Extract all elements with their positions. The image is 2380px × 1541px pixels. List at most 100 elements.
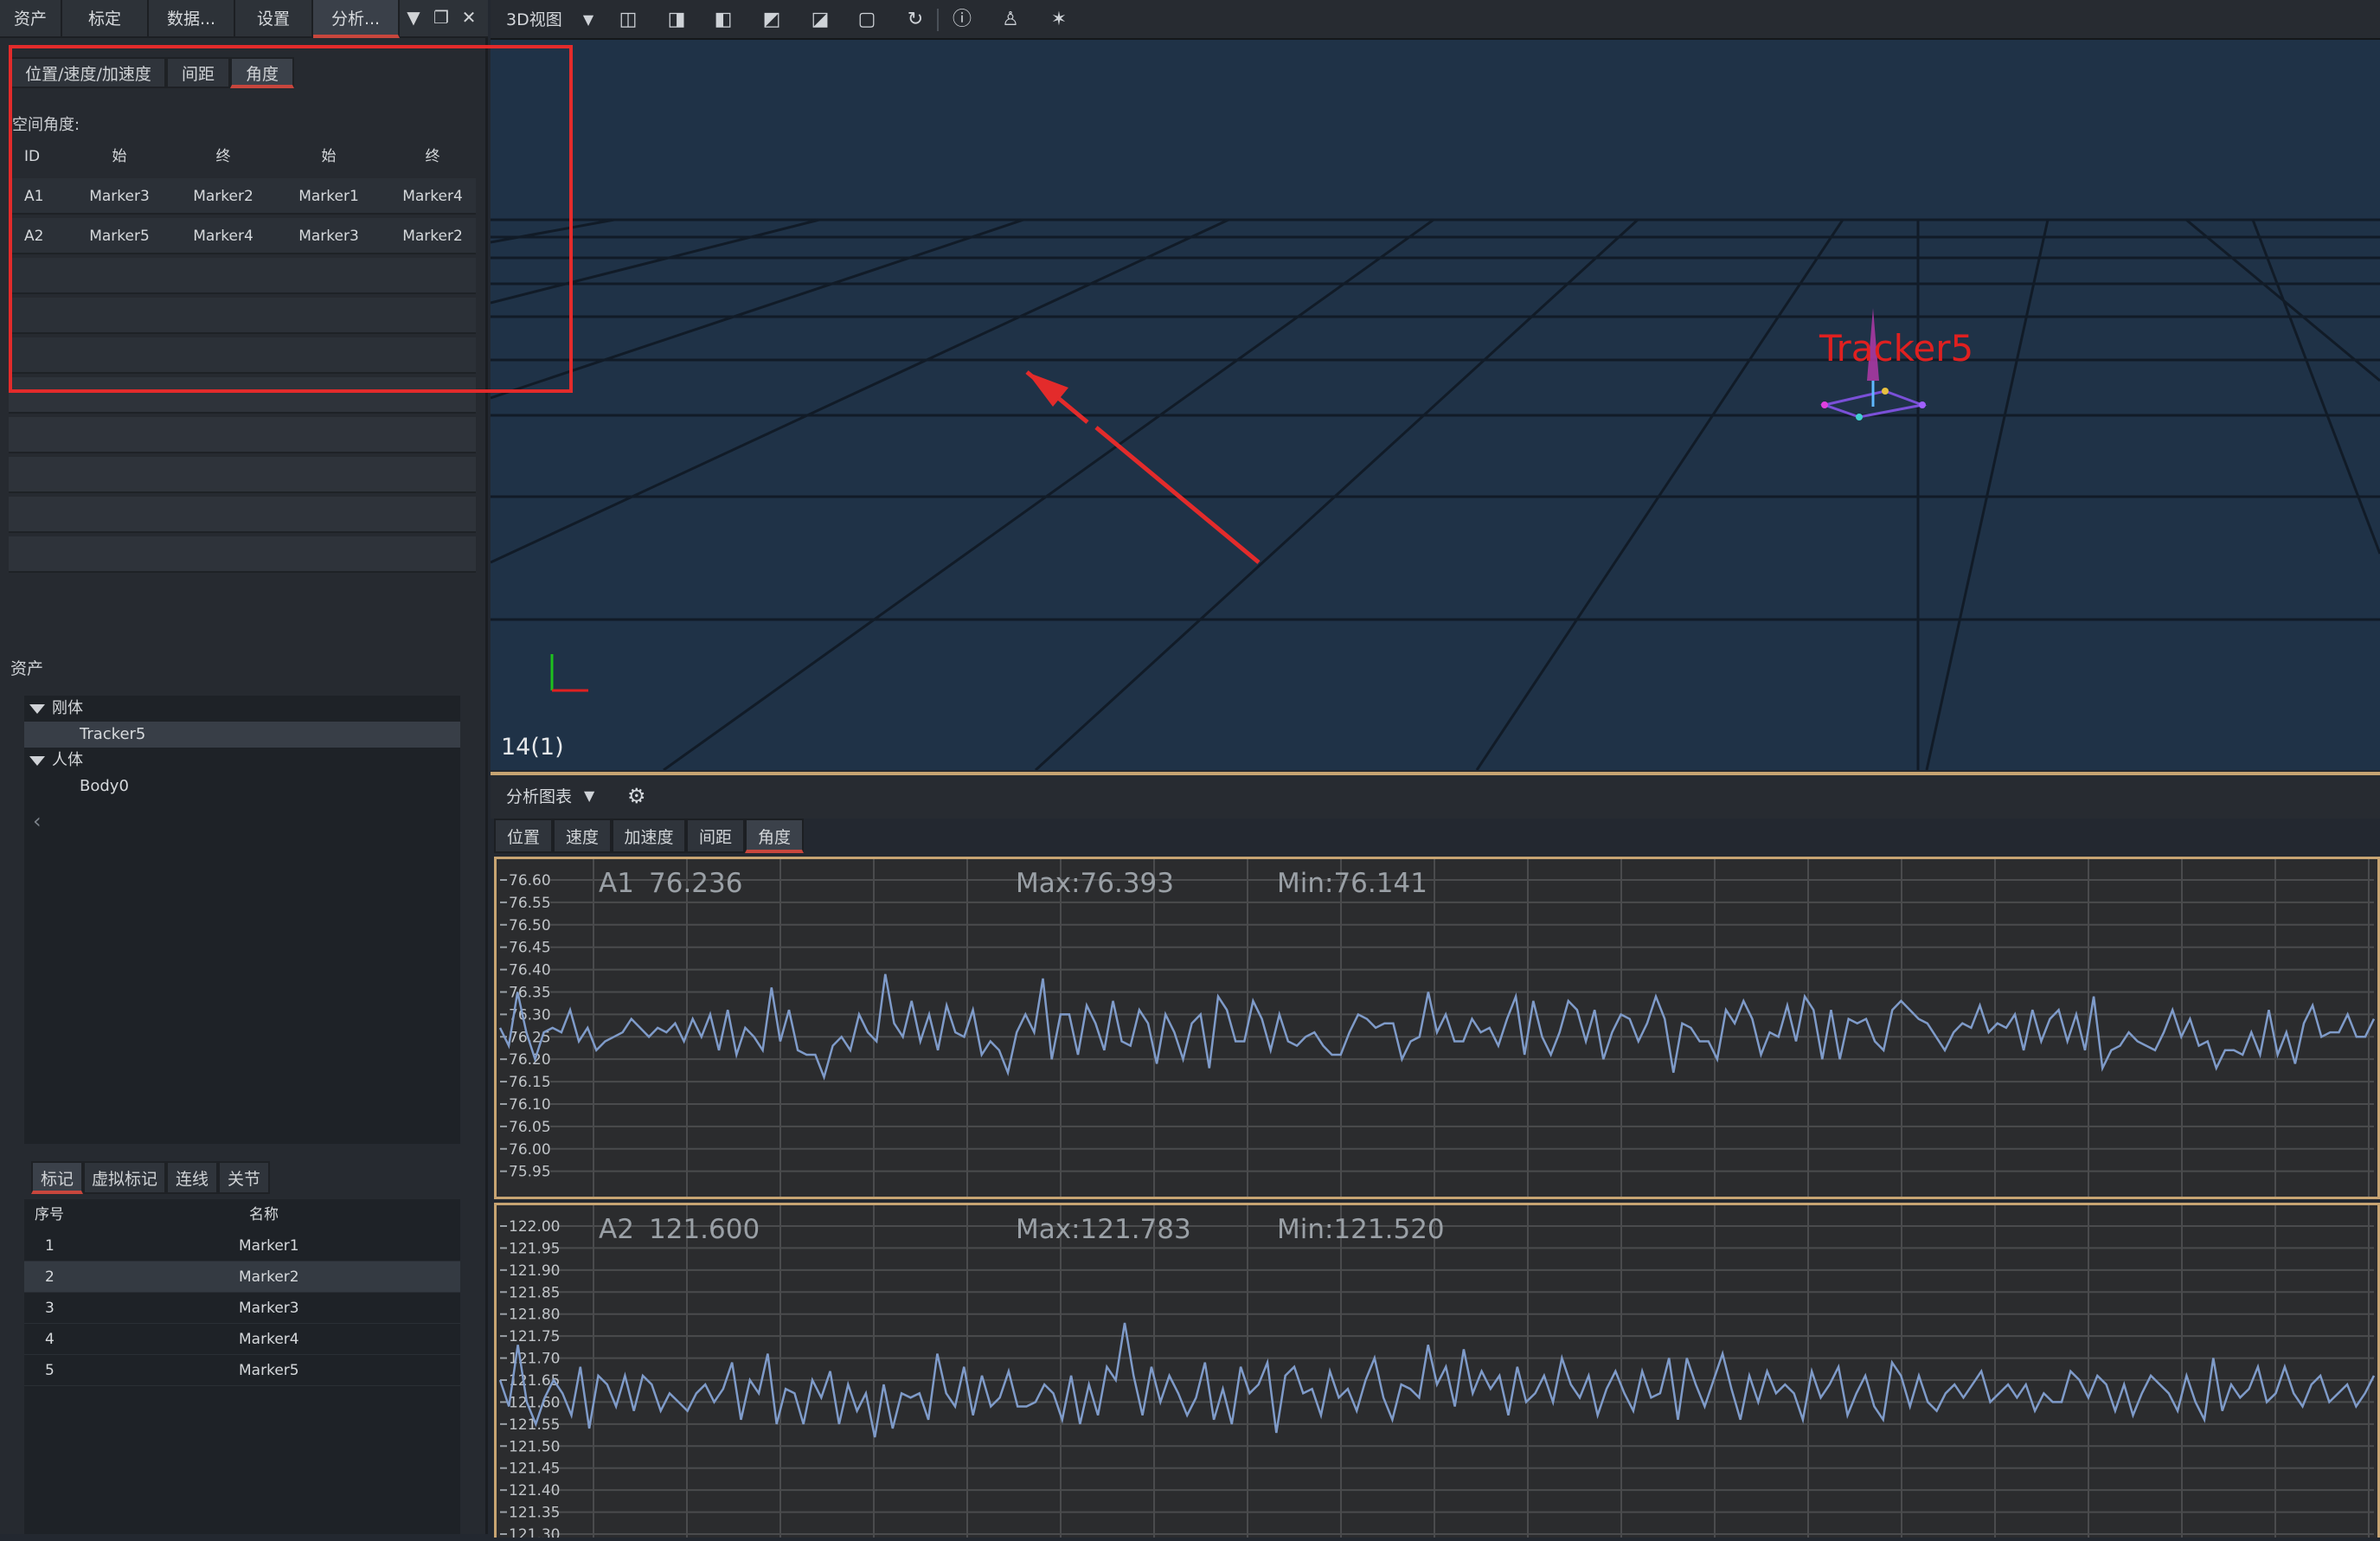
y-tick-label: 76.35 bbox=[509, 984, 551, 1001]
marker-index: 5 bbox=[45, 1362, 55, 1379]
chart-a2-readout: 121.600 bbox=[649, 1214, 760, 1245]
marker-row[interactable]: 5 Marker5 bbox=[24, 1355, 460, 1386]
header-start-1: 始 bbox=[112, 148, 127, 165]
angle-row-a2[interactable]: A2 Marker5 Marker4 Marker3 Marker2 bbox=[9, 218, 476, 254]
grid-line bbox=[491, 218, 1229, 564]
analysis-chart-panel: 分析图表 ▼ ⚙ 位置 速度 加速度 间距 角度 76.60 76.55 76.50… bbox=[491, 772, 2380, 1541]
chart-a1-readout: 76.236 bbox=[649, 868, 743, 899]
tree-item-tracker5[interactable]: Tracker5 bbox=[24, 722, 460, 748]
chart-a1-id: A1 bbox=[599, 868, 634, 899]
empty-row bbox=[9, 457, 476, 493]
marker-index: 2 bbox=[45, 1268, 55, 1286]
gear-icon[interactable]: ⚙ bbox=[627, 784, 646, 808]
tab-links[interactable]: 连线 bbox=[166, 1161, 218, 1194]
cell-start-1: Marker5 bbox=[89, 228, 150, 245]
tab-calibration[interactable]: 标定 bbox=[62, 0, 149, 38]
chart-toolbar: 分析图表 ▼ ⚙ bbox=[491, 775, 2380, 819]
marker-row[interactable]: 2 Marker2 bbox=[24, 1262, 460, 1293]
y-tick-label: 121.40 bbox=[509, 1482, 560, 1499]
cell-id: A1 bbox=[24, 188, 44, 205]
cell-start-2: Marker3 bbox=[298, 228, 359, 245]
y-tick-label: 76.40 bbox=[509, 962, 551, 979]
tab-position[interactable]: 位置 bbox=[494, 819, 553, 853]
y-tick-label: 121.50 bbox=[509, 1438, 560, 1455]
tab-joints[interactable]: 关节 bbox=[218, 1161, 270, 1194]
tab-markers[interactable]: 标记 bbox=[31, 1161, 83, 1194]
angle-row-a1[interactable]: A1 Marker3 Marker2 Marker1 Marker4 bbox=[9, 178, 476, 215]
collapse-arrow-icon[interactable]: ‹ bbox=[33, 808, 42, 834]
tree-item-body0[interactable]: Body0 bbox=[80, 774, 129, 799]
chart-a2-min: Min:121.520 bbox=[1277, 1214, 1445, 1245]
chart-a2-id: A2 bbox=[599, 1214, 634, 1245]
angle-chart-a1[interactable]: 76.60 76.55 76.50 76.45 76.40 76.35 76.30 76.25… bbox=[494, 857, 2380, 1199]
y-tick-label: 76.05 bbox=[509, 1119, 551, 1136]
marker-dot bbox=[1882, 388, 1889, 395]
annotation-arrow-line bbox=[1094, 426, 1261, 564]
tab-settings[interactable]: 设置 bbox=[235, 0, 313, 38]
grid-line bbox=[1475, 219, 1844, 770]
cell-end-1: Marker2 bbox=[193, 188, 253, 205]
tab-assets[interactable]: 资产 bbox=[0, 0, 62, 38]
y-tick-label: 76.50 bbox=[509, 917, 551, 934]
empty-row bbox=[9, 497, 476, 533]
y-tick-label: 121.85 bbox=[509, 1284, 560, 1301]
header-end-2: 终 bbox=[425, 148, 440, 165]
axis-gizmo bbox=[550, 654, 588, 692]
marker-dot bbox=[1919, 401, 1926, 408]
tab-acceleration[interactable]: 加速度 bbox=[612, 819, 686, 853]
marker-index: 3 bbox=[45, 1300, 55, 1317]
header-name: 名称 bbox=[249, 1206, 279, 1223]
chart-a1-max: Max:76.393 bbox=[1016, 868, 1175, 899]
y-tick-label: 121.95 bbox=[509, 1240, 560, 1257]
marker-row[interactable]: 3 Marker3 bbox=[24, 1293, 460, 1324]
empty-row bbox=[9, 536, 476, 573]
chart-a2-plot: 122.00 121.95 121.90 121.85 121.80 121.75 121.… bbox=[498, 1205, 2376, 1541]
top-tab-bar: 资产 标定 数据... 设置 分析... ▼ ❐ ✕ bbox=[0, 0, 488, 38]
marker-name: Marker4 bbox=[239, 1331, 299, 1348]
header-index: 序号 bbox=[35, 1206, 64, 1223]
y-tick-label: 121.45 bbox=[509, 1461, 560, 1478]
tree-group-rigid-body[interactable]: 刚体 bbox=[52, 696, 83, 722]
grid-line bbox=[1925, 219, 2050, 770]
tab-position-velocity-acceleration[interactable]: 位置/速度/加速度 bbox=[10, 57, 166, 88]
chart-a2-max: Max:121.783 bbox=[1016, 1214, 1191, 1245]
y-tick-label: 75.95 bbox=[509, 1164, 551, 1181]
frame-counter: 14(1) bbox=[501, 734, 564, 761]
y-tick-label: 76.55 bbox=[509, 895, 551, 912]
left-panel: 资产 标定 数据... 设置 分析... ▼ ❐ ✕ 位置/速度/加速度 间距 … bbox=[0, 0, 488, 1534]
tree-group-human-body[interactable]: 人体 bbox=[52, 748, 83, 774]
close-icon[interactable]: ✕ bbox=[459, 7, 479, 28]
header-id: ID bbox=[24, 148, 41, 165]
angle-chart-a2[interactable]: 122.00 121.95 121.90 121.85 121.80 121.75 121.… bbox=[494, 1203, 2380, 1541]
spatial-angle-label: 空间角度: bbox=[12, 116, 80, 134]
tab-angle[interactable]: 角度 bbox=[745, 819, 804, 853]
chart-dropdown-icon[interactable]: ▼ bbox=[584, 787, 594, 804]
expand-arrow-icon[interactable] bbox=[29, 756, 45, 766]
tracker-label: Tracker5 bbox=[1819, 327, 1974, 369]
tab-angle[interactable]: 角度 bbox=[230, 57, 294, 88]
tab-virtual-markers[interactable]: 虚拟标记 bbox=[83, 1161, 166, 1194]
angle-table-header: ID 始 终 始 终 bbox=[9, 138, 476, 175]
tab-data[interactable]: 数据... bbox=[149, 0, 235, 38]
tab-velocity[interactable]: 速度 bbox=[553, 819, 612, 853]
restore-window-icon[interactable]: ❐ bbox=[431, 7, 452, 28]
assets-section-label: 资产 bbox=[10, 659, 44, 678]
marker-row[interactable]: 1 Marker1 bbox=[24, 1230, 460, 1262]
tab-distance[interactable]: 间距 bbox=[686, 819, 745, 853]
chart-panel-title[interactable]: 分析图表 bbox=[506, 775, 572, 819]
y-tick-label: 121.30 bbox=[509, 1526, 560, 1538]
y-tick-label: 121.75 bbox=[509, 1328, 560, 1345]
expand-arrow-icon[interactable] bbox=[29, 704, 45, 714]
floor-grid bbox=[491, 218, 2380, 770]
y-tick-label: 121.80 bbox=[509, 1307, 560, 1324]
cell-end-2: Marker4 bbox=[402, 188, 463, 205]
marker-row[interactable]: 4 Marker4 bbox=[24, 1324, 460, 1355]
chart-a1-plot: 76.6076.5576.5076.4576.4076.3576.3076.25… bbox=[498, 859, 2376, 1197]
tab-distance[interactable]: 间距 bbox=[166, 57, 230, 88]
marker-list: 序号 名称 1 Marker1 2 Marker2 3 Marker3 4 Ma… bbox=[24, 1199, 460, 1534]
dropdown-arrow-icon[interactable]: ▼ bbox=[403, 7, 424, 28]
tab-analysis[interactable]: 分析... bbox=[313, 0, 400, 38]
marker-index: 4 bbox=[45, 1331, 55, 1348]
cell-end-2: Marker2 bbox=[402, 228, 463, 245]
3d-viewport[interactable]: 3D视图 ▼ ◫ ◨ ◧ ◩ ◪ ▢ ↻ ⓘ ♙ ✶ Tracker5 14(1… bbox=[491, 0, 2380, 770]
